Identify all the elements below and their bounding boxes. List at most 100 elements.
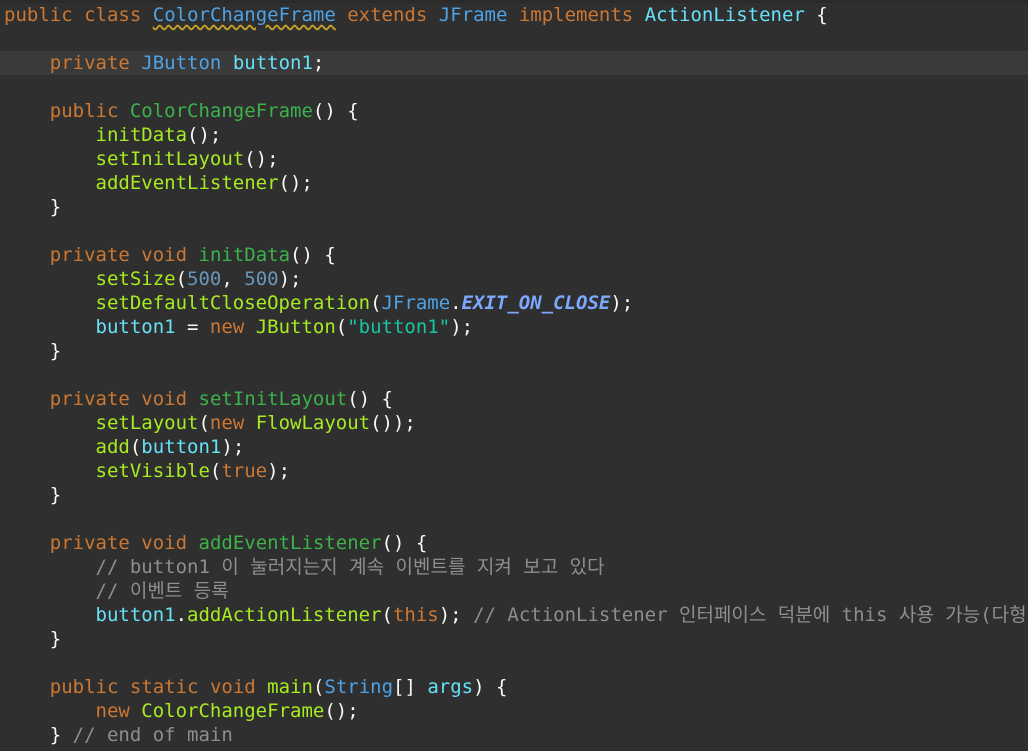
- comment-token: // ActionListener 인터페이스 덕분에 this 사용 가능(다…: [473, 604, 1028, 626]
- identifier-token: args: [427, 676, 474, 698]
- code-line[interactable]: [0, 507, 1028, 531]
- code-line[interactable]: [0, 75, 1028, 99]
- code-text: () {: [290, 244, 336, 266]
- code-line[interactable]: button1 = new JButton("button1");: [0, 315, 1028, 339]
- code-line[interactable]: setVisible(true);: [0, 459, 1028, 483]
- code-line[interactable]: }: [0, 195, 1028, 219]
- code-text: {: [804, 4, 828, 26]
- code-text: }: [4, 340, 62, 362]
- keyword-token: void: [209, 676, 256, 698]
- code-line[interactable]: }: [0, 339, 1028, 363]
- code-text: }: [4, 484, 62, 506]
- code-editor[interactable]: public class ColorChangeFrame extends JF…: [0, 3, 1028, 747]
- code-line-current[interactable]: private JButton button1;: [0, 51, 1028, 75]
- code-line[interactable]: setLayout(new FlowLayout());: [0, 411, 1028, 435]
- keyword-token: private: [49, 244, 130, 266]
- code-text: );: [450, 316, 474, 338]
- code-line[interactable]: public class ColorChangeFrame extends JF…: [0, 3, 1028, 27]
- code-text: (: [370, 292, 382, 314]
- code-text: ();: [278, 172, 313, 194]
- code-line[interactable]: private void setInitLayout() {: [0, 387, 1028, 411]
- code-line[interactable]: } // end of main: [0, 723, 1028, 747]
- code-line[interactable]: add(button1);: [0, 435, 1028, 459]
- method-call-token: JButton: [255, 316, 336, 338]
- code-text: () {: [347, 388, 393, 410]
- code-line[interactable]: button1.addActionListener(this); // Acti…: [0, 603, 1028, 627]
- number-literal-token: 500: [244, 268, 279, 290]
- code-line[interactable]: [0, 651, 1028, 675]
- code-text: );: [278, 268, 302, 290]
- keyword-token: public: [49, 676, 119, 698]
- code-line[interactable]: }: [0, 627, 1028, 651]
- code-text: }: [4, 724, 73, 746]
- method-call-token: setLayout: [95, 412, 199, 434]
- code-line[interactable]: }: [0, 483, 1028, 507]
- code-text: ();: [324, 700, 359, 722]
- code-text: (: [335, 316, 348, 338]
- comment-token: // button1 이 눌러지는지 계속 이벤트를 지켜 보고 있다: [95, 556, 605, 578]
- code-line[interactable]: initData();: [0, 123, 1028, 147]
- code-text: =: [175, 316, 210, 338]
- keyword-token: private: [49, 532, 130, 554]
- method-call-token: addActionListener: [187, 604, 382, 626]
- code-line[interactable]: new ColorChangeFrame();: [0, 699, 1028, 723]
- code-text: (: [209, 460, 222, 482]
- method-call-token: main: [267, 676, 313, 698]
- code-text: (: [312, 676, 325, 698]
- type-token: JFrame: [438, 4, 508, 26]
- keyword-token: public: [4, 4, 73, 26]
- code-line[interactable]: // 이벤트 등록: [0, 579, 1028, 603]
- code-text: (: [129, 436, 142, 458]
- code-text: ,: [221, 268, 245, 290]
- code-line[interactable]: // button1 이 눌러지는지 계속 이벤트를 지켜 보고 있다: [0, 555, 1028, 579]
- code-line[interactable]: public ColorChangeFrame() {: [0, 99, 1028, 123]
- code-line[interactable]: setDefaultCloseOperation(JFrame.EXIT_ON_…: [0, 291, 1028, 315]
- code-line[interactable]: addEventListener();: [0, 171, 1028, 195]
- method-call-token: addEventListener: [95, 172, 279, 194]
- number-literal-token: 500: [187, 268, 222, 290]
- declaration-token: initData: [198, 244, 291, 266]
- identifier-token: button1: [232, 52, 313, 74]
- code-text: ) {: [473, 676, 508, 698]
- code-line[interactable]: public static void main(String[] args) {: [0, 675, 1028, 699]
- code-text: () {: [381, 532, 428, 554]
- code-line[interactable]: setInitLayout();: [0, 147, 1028, 171]
- code-text: ());: [370, 412, 416, 434]
- keyword-token: public: [49, 100, 119, 122]
- declaration-token: ColorChangeFrame: [129, 100, 313, 122]
- code-line[interactable]: private void initData() {: [0, 243, 1028, 267]
- code-line[interactable]: setSize(500, 500);: [0, 267, 1028, 291]
- constant-token: EXIT_ON_CLOSE: [461, 292, 611, 314]
- code-line[interactable]: [0, 363, 1028, 387]
- keyword-token: extends: [347, 4, 428, 26]
- code-text: ();: [187, 124, 222, 146]
- identifier-token: ActionListener: [644, 4, 805, 26]
- code-text: );: [267, 460, 291, 482]
- code-line[interactable]: [0, 27, 1028, 51]
- declaration-token: setInitLayout: [198, 388, 348, 410]
- code-text: );: [610, 292, 634, 314]
- code-line[interactable]: [0, 219, 1028, 243]
- code-line[interactable]: private void addEventListener() {: [0, 531, 1028, 555]
